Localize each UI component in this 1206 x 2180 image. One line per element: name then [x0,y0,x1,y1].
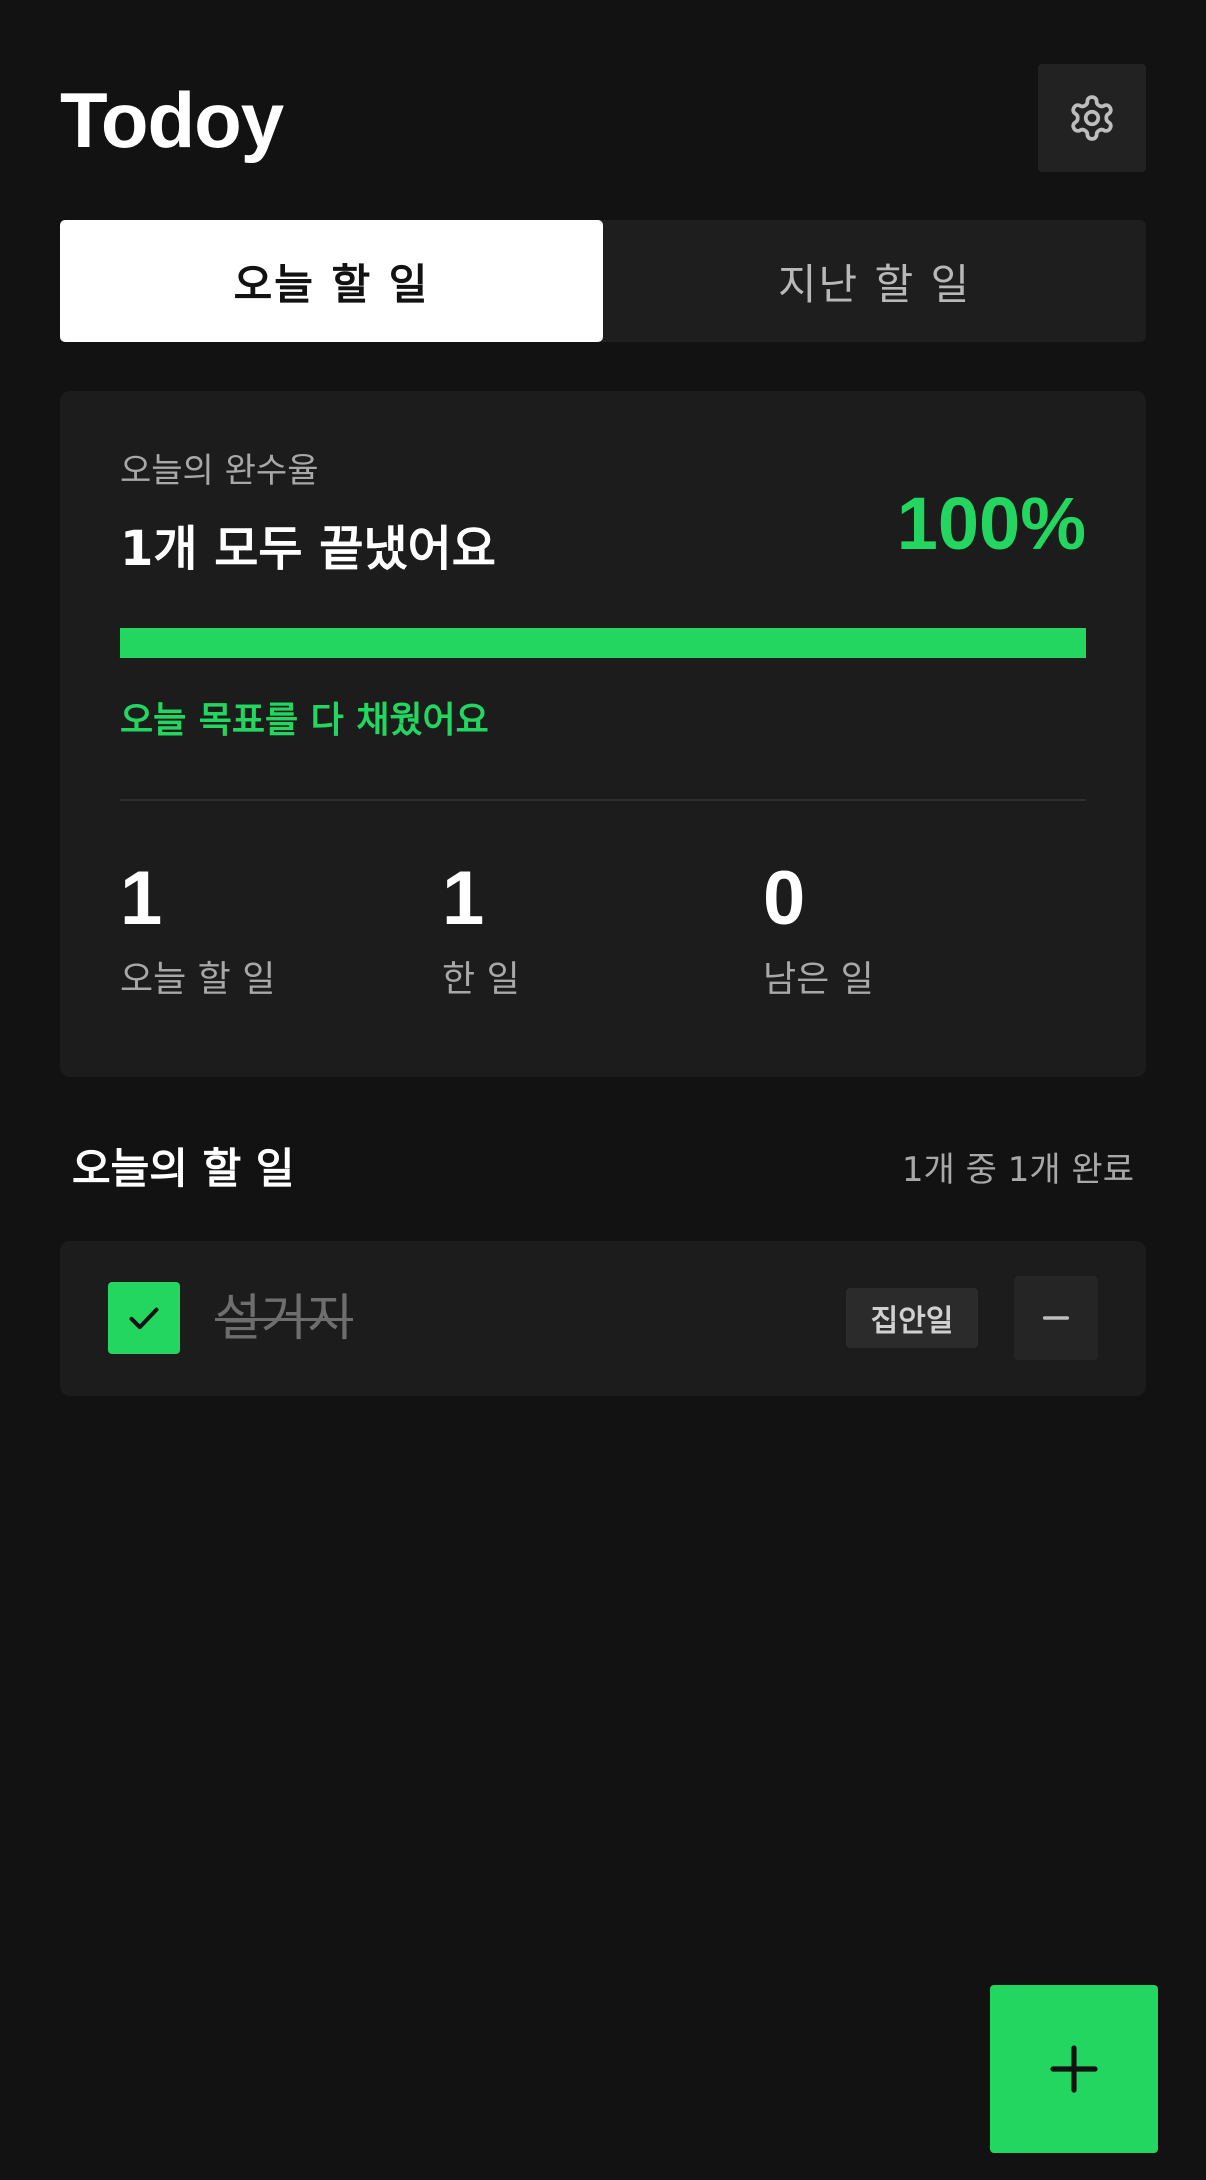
completion-percent: 100% [896,482,1086,565]
todo-completion-count: 1개 중 1개 완료 [901,1150,1134,1190]
minus-icon [1042,1316,1070,1320]
gear-icon [1071,95,1113,141]
completion-summary-card: 오늘의 완수율 1개 모두 끝냈어요 100% 오늘 목표를 다 채웠어요 1 … [60,391,1146,1077]
todo-text[interactable]: 설거지 [215,1285,353,1351]
app-title: Todoy [60,76,284,164]
progress-bar [120,628,1086,658]
plus-icon [1050,2045,1098,2093]
check-icon [129,1307,159,1330]
todo-item: 설거지 집안일 [60,1241,1146,1396]
todo-category-tag: 집안일 [846,1288,978,1348]
tab-today[interactable]: 오늘 할 일 [60,220,603,342]
delete-todo-button[interactable] [1014,1276,1098,1360]
stat-remaining-label: 남은 일 [763,959,874,1000]
stat-done: 1 한 일 [442,856,742,1002]
settings-button[interactable] [1038,64,1146,172]
completion-headline: 1개 모두 끝냈어요 [120,521,496,577]
stat-done-label: 한 일 [442,959,520,1000]
stat-total: 1 오늘 할 일 [120,856,420,1002]
stat-done-value: 1 [442,856,485,941]
todo-section-title: 오늘의 할 일 [72,1144,295,1193]
stat-remaining-value: 0 [763,856,806,941]
divider [120,799,1086,801]
add-todo-button[interactable] [990,1985,1158,2153]
stat-remaining: 0 남은 일 [763,856,1063,1002]
tab-past[interactable]: 지난 할 일 [603,220,1146,342]
completion-rate-label: 오늘의 완수율 [120,451,319,491]
stat-total-value: 1 [120,856,163,941]
progress-bar-fill [120,628,1086,658]
todo-checkbox[interactable] [108,1282,180,1354]
tab-bar: 오늘 할 일 지난 할 일 [60,220,1146,342]
goal-message: 오늘 목표를 다 채웠어요 [120,700,489,741]
stat-total-label: 오늘 할 일 [120,959,276,1000]
